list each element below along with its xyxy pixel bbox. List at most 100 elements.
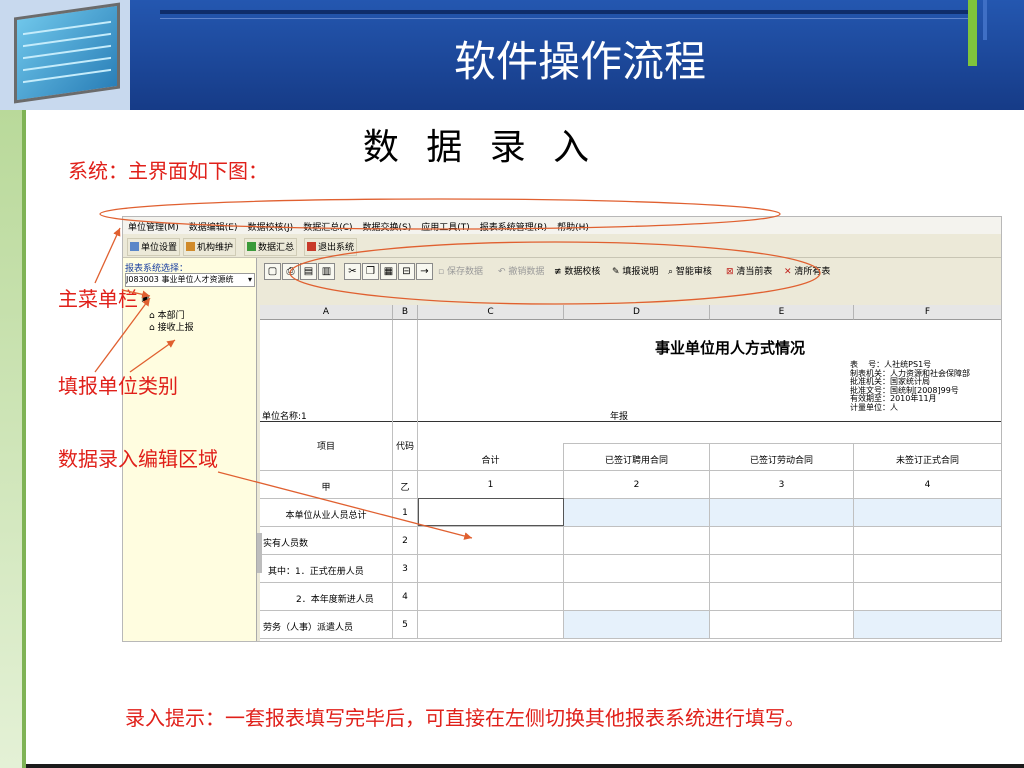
paste-icon[interactable]: ▦: [380, 263, 397, 280]
cell-highlight-row5-f: [854, 610, 1001, 638]
export-icon[interactable]: ▤: [300, 263, 317, 280]
main-toolbar: 单位设置 机构维护 数据汇总 退出系统: [123, 235, 1001, 258]
grid-hline: [564, 443, 1001, 444]
grid-hline: [260, 638, 1001, 639]
main-menubar: 单位管理(M) 数据编辑(E) 数据校核(J) 数据汇总(C) 数据交换(S) 应用工具(…: [123, 217, 1001, 234]
col-header-f[interactable]: F: [854, 305, 1001, 320]
report-title: 事业单位用人方式情况: [654, 339, 805, 357]
grid-hline: [260, 526, 1001, 527]
grid-hline: [260, 470, 1001, 471]
tree-root-icon: ▣: [141, 294, 150, 304]
index-cell: 4: [924, 480, 931, 490]
preview-icon[interactable]: ▢: [264, 263, 281, 280]
grid-vline: [417, 320, 418, 638]
clear-icon: ⊠: [726, 267, 734, 277]
import-icon[interactable]: ▥: [318, 263, 335, 280]
header-accent-tab: [968, 0, 977, 66]
data-summary-button[interactable]: 数据汇总: [244, 238, 298, 256]
cut-icon[interactable]: ✂: [344, 263, 361, 280]
header-line: [160, 18, 970, 19]
system-note: 系统：主界面如下图：: [68, 159, 268, 183]
header-item: 项目: [316, 442, 335, 452]
fill-help-button[interactable]: ✎ 填报说明: [612, 264, 658, 278]
label-edit-area: 数据录入编辑区域: [58, 447, 218, 471]
grid-vline: [563, 443, 564, 638]
monitor-logo-icon: [0, 0, 130, 110]
row-code: 2: [402, 536, 408, 546]
header-code: 代码: [395, 442, 414, 452]
entry-tip: 录入提示：一套报表填写完毕后，可直接在左侧切换其他报表系统进行填写。: [125, 706, 805, 730]
col-header-d[interactable]: D: [564, 305, 710, 320]
report-system-select[interactable]: J083003 事业单位人才资源统 ▾: [125, 273, 255, 287]
col-header-c[interactable]: C: [418, 305, 564, 320]
index-cell: 甲: [321, 483, 331, 493]
grid-vline: [709, 443, 710, 638]
row-code: 4: [402, 592, 408, 602]
unit-settings-button[interactable]: 单位设置: [127, 238, 181, 256]
left-accent-bar: [0, 110, 22, 768]
row-code: 5: [402, 620, 408, 630]
menu-tools[interactable]: 应用工具(T): [416, 217, 475, 236]
left-accent-line: [22, 110, 26, 768]
smart-audit-button[interactable]: ⌕ 智能审核: [668, 264, 712, 278]
active-cell[interactable]: [418, 498, 564, 526]
menu-data-edit[interactable]: 数据编辑(E): [184, 217, 243, 236]
col-header-a[interactable]: A: [260, 305, 393, 320]
clear-all-button[interactable]: ✕ 清所有表: [784, 264, 830, 278]
data-summary-icon: [247, 242, 256, 251]
row-label: 其中：1．正式在册人员: [268, 567, 364, 577]
menu-data-summary[interactable]: 数据汇总(C): [298, 217, 357, 236]
chevron-down-icon: ▾: [247, 275, 252, 284]
row-code: 1: [402, 508, 408, 518]
slide-subtitle: 数 据 录 入: [362, 127, 598, 168]
menu-data-check[interactable]: 数据校核(J): [243, 217, 299, 236]
save-data-button[interactable]: ▫ 保存数据: [438, 264, 483, 278]
copy-icon[interactable]: ❐: [362, 263, 379, 280]
menu-help[interactable]: 帮助(H): [552, 217, 594, 236]
exit-icon: [307, 242, 316, 251]
label-unit-category: 填报单位类别: [58, 374, 178, 398]
grid-vline: [392, 320, 393, 638]
header-accent-tab-2: [983, 0, 987, 40]
col-header-e[interactable]: E: [710, 305, 854, 320]
data-check-button[interactable]: ≢ 数据校核: [554, 264, 600, 278]
menu-report-system[interactable]: 报表系统管理(R): [475, 217, 552, 236]
org-maintain-icon: [186, 242, 195, 251]
org-maintain-button[interactable]: 机构维护: [183, 238, 237, 256]
tree-item-received[interactable]: ⌂ 接收上报: [149, 320, 194, 333]
arrow-main-menu: [94, 227, 121, 284]
menu-data-exchange[interactable]: 数据交换(S): [358, 217, 417, 236]
sheet-toolbar: ▢ ⎙ ▤ ▥ ✂ ❐ ▦ ⊟ → ▫ 保存数据 ↶ 撤销数据 ≢ 数据校核 ✎…: [258, 258, 1001, 302]
header-no-contract: 未签订正式合同: [895, 456, 959, 466]
insert-row-icon[interactable]: ⊟: [398, 263, 415, 280]
clear-current-button[interactable]: ⊠ 清当前表: [726, 264, 772, 278]
index-cell: 3: [778, 480, 785, 490]
row-label: 2．本年度新进人员: [296, 595, 374, 605]
print-icon[interactable]: ⎙: [282, 263, 299, 280]
row-label: 劳务（人事）派遣人员: [263, 623, 354, 633]
undo-data-button[interactable]: ↶ 撤销数据: [498, 264, 544, 278]
exit-system-button[interactable]: 退出系统: [304, 238, 358, 256]
app-window: 单位管理(M) 数据编辑(E) 数据校核(J) 数据汇总(C) 数据交换(S) 应用工具(…: [122, 216, 1002, 642]
label-main-menu: 主菜单栏: [58, 287, 138, 311]
grid-hline: [260, 421, 1001, 422]
header-labor-contract: 已签订劳动合同: [749, 456, 813, 466]
grid-hline: [260, 554, 1001, 555]
header-total: 合计: [481, 456, 500, 466]
slide-title: 软件操作流程: [453, 37, 706, 86]
data-entry-sheet: A B C D E F 事业单位用人方式情况 单位名称:1 年报 表 号：人社统…: [260, 305, 1001, 641]
close-icon: ✕: [784, 267, 792, 277]
footer-line: [26, 764, 1024, 768]
grid-vline: [853, 443, 854, 638]
row-label: 实有人员数: [263, 539, 309, 549]
arrow-right-icon[interactable]: →: [416, 263, 433, 280]
index-cell: 1: [487, 480, 494, 490]
unit-settings-icon: [130, 242, 139, 251]
report-meta: 表 号：人社统PS1号 制表机关：人力资源和社会保障部 批准机关：国家统计局 批…: [850, 360, 970, 412]
index-cell: 乙: [400, 483, 410, 493]
col-header-b[interactable]: B: [393, 305, 418, 320]
splitter-handle[interactable]: [257, 533, 262, 573]
grid-hline: [260, 498, 1001, 499]
index-cell: 2: [633, 480, 640, 490]
menu-unit-manage[interactable]: 单位管理(M): [123, 217, 184, 236]
